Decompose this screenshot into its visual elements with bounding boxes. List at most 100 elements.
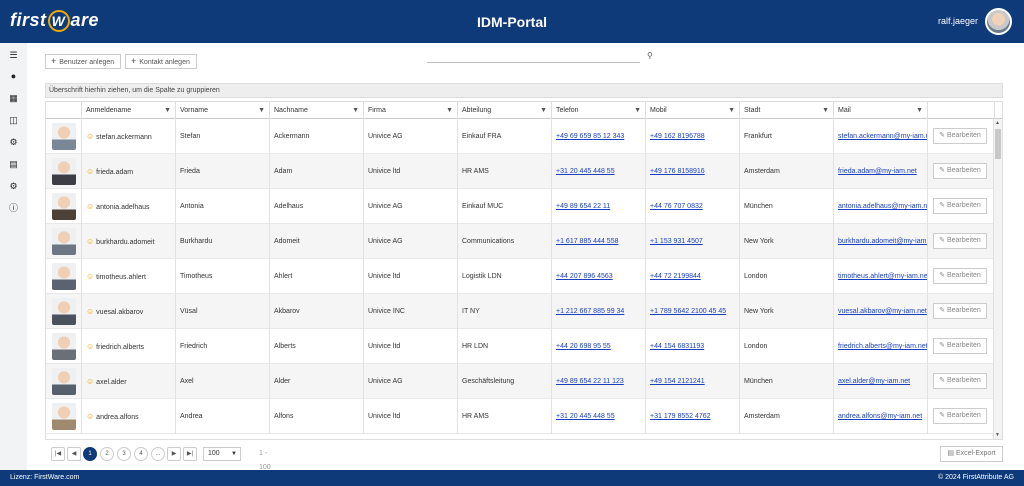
cell-text[interactable]: +44 76 707 0832 (650, 203, 703, 210)
column-header-phone[interactable]: Telefon ▼ (552, 102, 646, 119)
cell-text[interactable]: burkhardu.adomeit@my-iam.net (838, 238, 927, 245)
cell-mobile[interactable]: +44 76 707 0832 (646, 189, 740, 224)
user-name[interactable]: ralf.jaeger (938, 16, 978, 26)
edit-button[interactable]: ✎ Bearbeiten (933, 198, 987, 214)
excel-export-button[interactable]: ▤ Excel-Export (940, 446, 1003, 462)
cell-text[interactable]: +31 20 445 448 55 (556, 168, 615, 175)
edit-button[interactable]: ✎ Bearbeiten (933, 268, 987, 284)
cell-text[interactable]: antonia.adelhaus@my-iam.net (838, 203, 927, 210)
table-row[interactable]: ☺ axel.alder Axel Alder Univice AG Geschäftsl… (46, 364, 995, 399)
cell-text[interactable]: frieda.adam@my-iam.net (838, 168, 917, 175)
prev-page-icon[interactable]: ◀ (67, 447, 81, 461)
column-header-department[interactable]: Abteilung ▼ (458, 102, 552, 119)
table-row[interactable]: ☺ andrea.alfons Andrea Alfons Univice ltd HR … (46, 399, 995, 434)
cell-text[interactable]: +49 176 8158916 (650, 168, 705, 175)
filter-icon[interactable]: ▼ (728, 102, 735, 119)
cell-text[interactable]: +49 69 659 85 12 343 (556, 133, 624, 140)
edit-button[interactable]: ✎ Bearbeiten (933, 233, 987, 249)
search-icon[interactable]: ⚲ (647, 51, 653, 60)
edit-button[interactable]: ✎ Bearbeiten (933, 408, 987, 424)
filter-icon[interactable]: ▼ (352, 102, 359, 119)
cell-phone[interactable]: +1 212 667 885 99 34 (552, 294, 646, 329)
cell-phone[interactable]: +49 89 654 22 11 123 (552, 364, 646, 399)
cell-phone[interactable]: +31 20 445 448 55 (552, 399, 646, 434)
filter-icon[interactable]: ▼ (634, 102, 641, 119)
table-row[interactable]: ☺ stefan.ackermann Stefan Ackermann Univice … (46, 119, 995, 154)
search-input[interactable] (427, 62, 640, 63)
cell-mobile[interactable]: +1 789 5642 2100 45 45 (646, 294, 740, 329)
table-row[interactable]: ☺ antonia.adelhaus Antonia Adelhaus Univice … (46, 189, 995, 224)
file-icon[interactable]: ▤ (8, 159, 19, 170)
page-button[interactable]: 2 (100, 447, 114, 461)
cell-mobile[interactable]: +44 154 6831193 (646, 329, 740, 364)
cell-text[interactable]: +1 212 667 885 99 34 (556, 308, 624, 315)
cell-phone[interactable]: +44 20 698 95 55 (552, 329, 646, 364)
cell-mobile[interactable]: +31 179 8552 4762 (646, 399, 740, 434)
edit-button[interactable]: ✎ Bearbeiten (933, 128, 987, 144)
cell-mail[interactable]: friedrich.alberts@my-iam.net (834, 329, 928, 364)
page-button[interactable]: 3 (117, 447, 131, 461)
column-header-mail[interactable]: Mail ▼ (834, 102, 928, 119)
cell-mail[interactable]: andrea.alfons@my-iam.net (834, 399, 928, 434)
settings-gears-icon[interactable]: ⚙ (8, 137, 19, 148)
cell-mail[interactable]: frieda.adam@my-iam.net (834, 154, 928, 189)
cell-mobile[interactable]: +1 153 931 4507 (646, 224, 740, 259)
cell-mail[interactable]: burkhardu.adomeit@my-iam.net (834, 224, 928, 259)
add-user-button[interactable]: + Benutzer anlegen (45, 54, 121, 69)
cell-text[interactable]: +44 154 6831193 (650, 343, 704, 350)
cell-text[interactable]: andrea.alfons@my-iam.net (838, 413, 922, 420)
page-button[interactable]: 1 (83, 447, 97, 461)
vertical-scrollbar[interactable]: ▲ ▼ (993, 119, 1002, 439)
filter-icon[interactable]: ▼ (822, 102, 829, 119)
cell-text[interactable]: vuesal.akbarov@my-iam.net (838, 308, 927, 315)
cell-mail[interactable]: antonia.adelhaus@my-iam.net (834, 189, 928, 224)
dashboard-icon[interactable]: ▦ (8, 93, 19, 104)
user-avatar[interactable] (985, 8, 1012, 35)
info-icon[interactable]: ⓘ (8, 203, 19, 214)
table-row[interactable]: ☺ friedrich.alberts Friedrich Alberts Univic… (46, 329, 995, 364)
cell-text[interactable]: friedrich.alberts@my-iam.net (838, 343, 927, 350)
column-header-city[interactable]: Stadt ▼ (740, 102, 834, 119)
cell-mobile[interactable]: +49 154 2121241 (646, 364, 740, 399)
scrollbar-thumb[interactable] (995, 129, 1001, 159)
page-button[interactable]: ... (151, 447, 165, 461)
cell-text[interactable]: +49 89 654 22 11 (556, 203, 610, 210)
table-row[interactable]: ☺ vuesal.akbarov Vüsal Akbarov Univice INC IT… (46, 294, 995, 329)
cell-text[interactable]: +44 20 698 95 55 (556, 343, 611, 350)
column-header-firstname[interactable]: Vorname ▼ (176, 102, 270, 119)
cell-text[interactable]: timotheus.ahlert@my-iam.net (838, 273, 927, 280)
cell-text[interactable]: +44 207 896 4563 (556, 273, 613, 280)
add-contact-button[interactable]: + Kontakt anlegen (125, 54, 197, 69)
cell-text[interactable]: +31 179 8552 4762 (650, 413, 711, 420)
cell-text[interactable]: +1 617 885 444 558 (556, 238, 618, 245)
filter-icon[interactable]: ▼ (446, 102, 453, 119)
table-row[interactable]: ☺ frieda.adam Frieda Adam Univice ltd HR AMS +… (46, 154, 995, 189)
cell-text[interactable]: +44 72 2199844 (650, 273, 701, 280)
cell-mobile[interactable]: +49 162 8196788 (646, 119, 740, 154)
table-row[interactable]: ☺ burkhardu.adomeit Burkhardu Adomeit Univic… (46, 224, 995, 259)
cell-phone[interactable]: +49 89 654 22 11 (552, 189, 646, 224)
cell-text[interactable]: +31 20 445 448 55 (556, 413, 615, 420)
column-header-login[interactable]: Anmeldename ▼ (82, 102, 176, 119)
edit-button[interactable]: ✎ Bearbeiten (933, 338, 987, 354)
cell-text[interactable]: +49 89 654 22 11 123 (556, 378, 624, 385)
page-size-select[interactable]: 100 ▼ (203, 447, 241, 461)
filter-icon[interactable]: ▼ (258, 102, 265, 119)
cell-text[interactable]: +1 153 931 4507 (650, 238, 703, 245)
group-drop-zone[interactable]: Überschrift hierhin ziehen, um die Spalt… (45, 83, 1003, 98)
page-button[interactable]: 4 (134, 447, 148, 461)
scroll-up-icon[interactable]: ▲ (995, 120, 1000, 126)
cell-mobile[interactable]: +44 72 2199844 (646, 259, 740, 294)
cell-text[interactable]: +1 789 5642 2100 45 45 (650, 308, 726, 315)
cell-text[interactable]: stefan.ackermann@my-iam.net (838, 133, 927, 140)
menu-icon[interactable]: ☰ (8, 50, 19, 61)
cell-phone[interactable]: +31 20 445 448 55 (552, 154, 646, 189)
cell-mail[interactable]: timotheus.ahlert@my-iam.net (834, 259, 928, 294)
last-page-icon[interactable]: ▶| (183, 447, 197, 461)
cell-phone[interactable]: +44 207 896 4563 (552, 259, 646, 294)
edit-button[interactable]: ✎ Bearbeiten (933, 373, 987, 389)
filter-icon[interactable]: ▼ (916, 102, 923, 119)
filter-icon[interactable]: ▼ (164, 102, 171, 119)
cell-mail[interactable]: stefan.ackermann@my-iam.net (834, 119, 928, 154)
book-icon[interactable]: ◫ (8, 115, 19, 126)
